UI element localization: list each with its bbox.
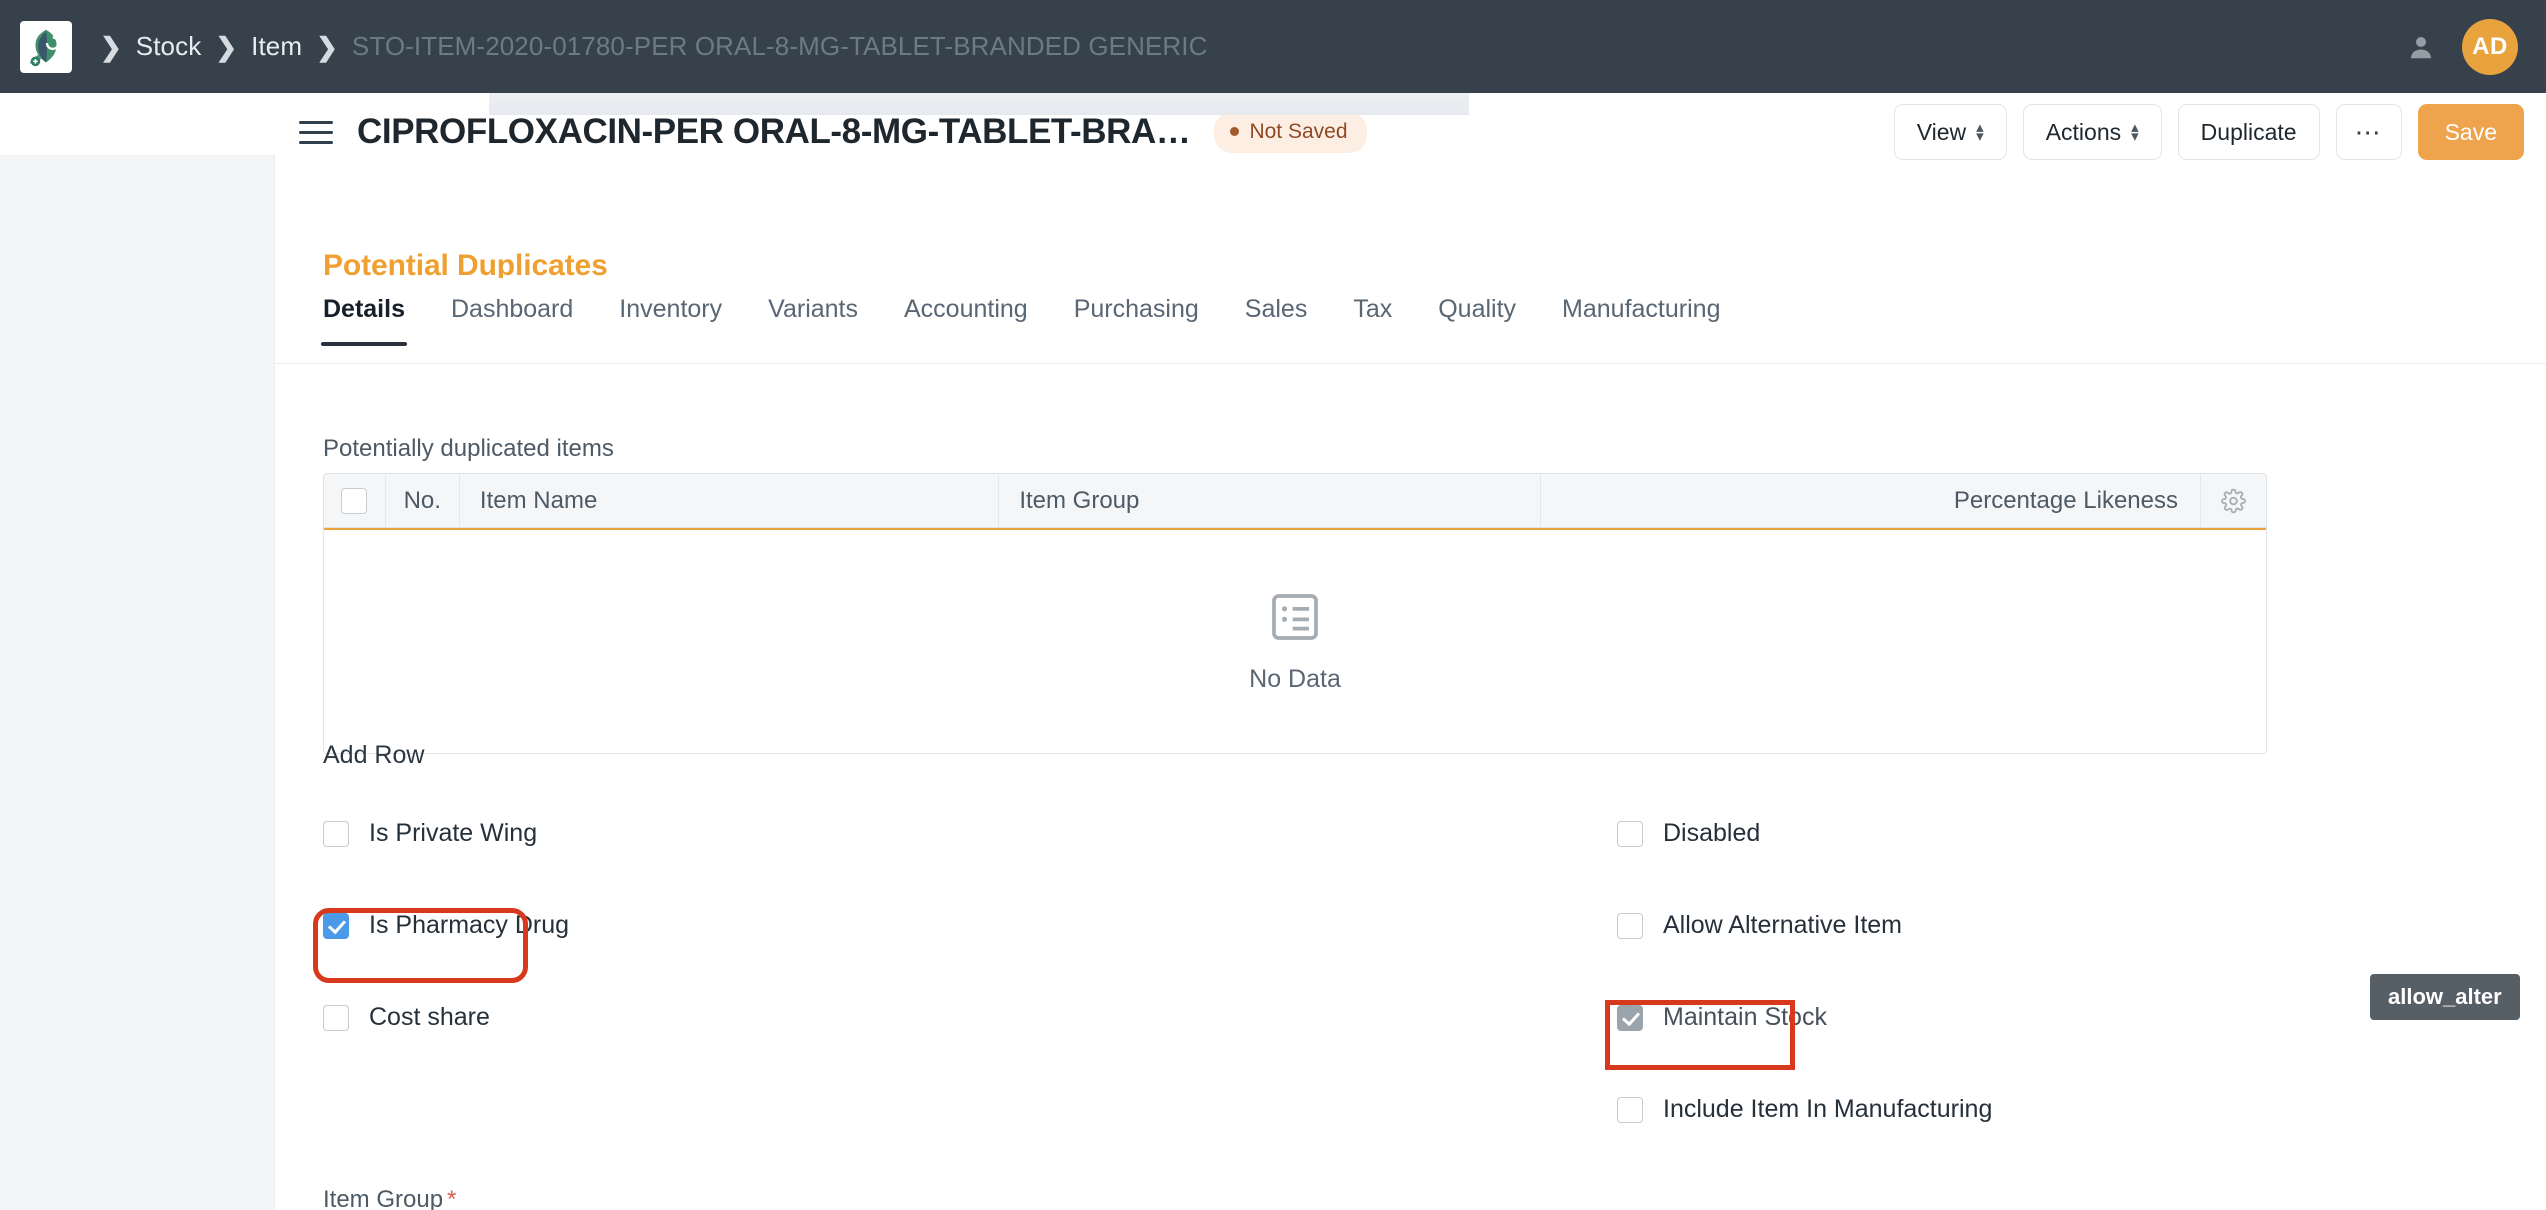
titlebar-actions: View ▴ ▾ Actions ▴ ▾ Duplicate ⋯ Save [1893, 104, 2524, 160]
cost-share-label: Cost share [369, 1003, 490, 1031]
include-item-in-manufacturing-checkbox[interactable] [1617, 1096, 1643, 1123]
scroll-ghost-strip [489, 93, 1469, 115]
checkbox-row-is-pharmacy-drug[interactable]: Is Pharmacy Drug [323, 903, 1223, 948]
status-dot-icon [1230, 127, 1240, 136]
item-group-field-label: Item Group * [323, 1186, 456, 1210]
grid-empty-state: No Data [324, 528, 2266, 753]
disabled-checkbox[interactable] [1617, 820, 1643, 847]
required-asterisk: * [447, 1186, 457, 1210]
tab-variants[interactable]: Variants [768, 295, 858, 346]
chevron-updown-icon: ▴ ▾ [1976, 118, 1984, 145]
app-logo[interactable] [20, 20, 72, 73]
chevron-updown-icon: ▴ ▾ [2131, 118, 2139, 145]
status-badge-label: Not Saved [1249, 119, 1348, 143]
grid-col-no: No. [386, 474, 460, 528]
actions-button-label: Actions [2045, 118, 2122, 145]
potentially-duplicated-items-grid: No. Item Name Item Group Percentage Like… [323, 473, 2267, 754]
add-row-button[interactable]: Add Row [323, 741, 424, 770]
view-button[interactable]: View ▴ ▾ [1893, 104, 2007, 160]
grid-col-percentage-likeness: Percentage Likeness [1541, 474, 2201, 528]
include-item-in-manufacturing-label: Include Item In Manufacturing [1663, 1095, 1993, 1123]
save-button[interactable]: Save [2417, 104, 2524, 160]
breadcrumb-separator-icon: ❯ [215, 31, 238, 62]
grid-settings-cell[interactable] [2201, 474, 2266, 528]
is-private-wing-checkbox[interactable] [323, 820, 349, 847]
breadcrumb-item-item[interactable]: Item [251, 31, 302, 62]
actions-button[interactable]: Actions ▴ ▾ [2022, 104, 2162, 160]
tab-accounting[interactable]: Accounting [904, 295, 1028, 346]
cost-share-checkbox[interactable] [323, 1004, 349, 1031]
grid-header-row: No. Item Name Item Group Percentage Like… [324, 474, 2266, 528]
maintain-stock-checkbox [1617, 1004, 1643, 1031]
maintain-stock-label: Maintain Stock [1663, 1003, 1827, 1031]
is-pharmacy-drug-label: Is Pharmacy Drug [369, 911, 570, 939]
item-group-label-text: Item Group [323, 1186, 444, 1210]
pharmacy-leaf-logo-icon [29, 29, 60, 66]
breadcrumb-separator-icon: ❯ [316, 31, 338, 62]
is-private-wing-label: Is Private Wing [369, 819, 538, 847]
checkbox-row-is-private-wing[interactable]: Is Private Wing [323, 811, 1223, 856]
checkbox-row-include-item-in-manufacturing[interactable]: Include Item In Manufacturing [1617, 1087, 2517, 1132]
top-navbar: ❯ Stock ❯ Item ❯ STO-ITEM-2020-01780-PER… [0, 0, 2546, 93]
tab-quality[interactable]: Quality [1438, 295, 1516, 346]
allow-alternative-item-label: Allow Alternative Item [1663, 911, 1902, 939]
checkbox-row-disabled[interactable]: Disabled [1617, 811, 2517, 856]
sidebar-header-spacer [0, 93, 275, 155]
tab-manufacturing[interactable]: Manufacturing [1562, 295, 1720, 346]
grid-col-item-group: Item Group [999, 474, 1541, 528]
navbar-right-actions: AD [2406, 18, 2518, 75]
more-options-button[interactable]: ⋯ [2335, 104, 2402, 160]
tab-dashboard[interactable]: Dashboard [451, 295, 573, 346]
left-sidebar [0, 93, 275, 1210]
allow-alternative-item-checkbox[interactable] [1617, 912, 1643, 939]
hamburger-menu-icon[interactable] [299, 120, 333, 144]
grid-label: Potentially duplicated items [323, 435, 614, 462]
breadcrumb: ❯ Stock ❯ Item ❯ STO-ITEM-2020-01780-PER… [86, 31, 1208, 62]
grid-col-item-name: Item Name [460, 474, 1000, 528]
tab-sales[interactable]: Sales [1245, 295, 1308, 346]
tab-inventory[interactable]: Inventory [619, 295, 722, 346]
disabled-label: Disabled [1663, 819, 1761, 847]
tooltip-allow-alternative-item: allow_alter [2370, 974, 2520, 1020]
tab-tax[interactable]: Tax [1353, 295, 1392, 346]
no-data-document-icon [1272, 594, 1318, 640]
checkbox-row-cost-share[interactable]: Cost share [323, 995, 1223, 1040]
is-pharmacy-drug-checkbox[interactable] [323, 912, 349, 939]
user-icon[interactable] [2406, 32, 2436, 62]
breadcrumb-item-current: STO-ITEM-2020-01780-PER ORAL-8-MG-TABLET… [351, 31, 1208, 61]
checkbox-row-allow-alternative-item[interactable]: Allow Alternative Item [1617, 903, 2517, 948]
page-body: Potential Duplicates Details Dashboard I… [0, 93, 2546, 1210]
tab-details[interactable]: Details [321, 295, 407, 346]
breadcrumb-item-stock[interactable]: Stock [136, 31, 202, 62]
page-title: CIPROFLOXACIN-PER ORAL-8-MG-TABLET-BRA… [357, 112, 1191, 151]
breadcrumb-separator-icon: ❯ [100, 31, 122, 62]
tab-bar: Details Dashboard Inventory Variants Acc… [275, 278, 2546, 364]
avatar[interactable]: AD [2462, 18, 2518, 75]
view-button-label: View [1916, 118, 1967, 145]
status-badge: Not Saved [1214, 111, 1367, 153]
main-content: Potential Duplicates Details Dashboard I… [275, 93, 2546, 1210]
checkbox-column-left: Is Private Wing Is Pharmacy Drug Cost sh… [323, 811, 1223, 1087]
duplicate-button[interactable]: Duplicate [2177, 104, 2320, 160]
grid-select-all-cell[interactable] [324, 474, 386, 528]
select-all-checkbox[interactable] [341, 487, 368, 514]
no-data-text: No Data [1249, 665, 1341, 693]
tab-purchasing[interactable]: Purchasing [1074, 295, 1199, 346]
gear-icon[interactable] [2221, 487, 2246, 515]
